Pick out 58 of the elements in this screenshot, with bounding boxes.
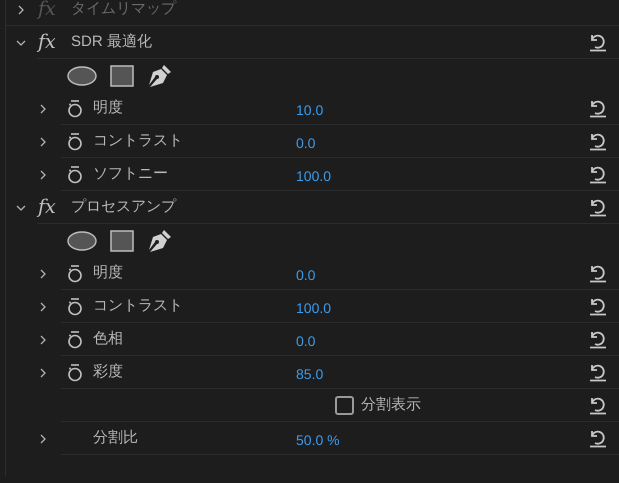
stopwatch-icon[interactable]: [67, 330, 83, 348]
pen-icon[interactable]: [147, 228, 173, 254]
param-label: 明度: [93, 98, 124, 118]
reset-icon[interactable]: [588, 429, 608, 448]
chevron-down-icon[interactable]: [16, 38, 26, 46]
chevron-right-icon[interactable]: [39, 104, 47, 114]
pen-icon[interactable]: [147, 62, 173, 88]
param-value[interactable]: 10.0: [296, 100, 324, 120]
param-value[interactable]: 0.0: [296, 330, 316, 352]
chevron-right-icon[interactable]: [39, 170, 47, 180]
chevron-right-icon[interactable]: [17, 4, 25, 14]
reset-icon[interactable]: [588, 198, 608, 217]
param-value[interactable]: 85.0: [296, 364, 324, 384]
reset-icon[interactable]: [588, 363, 608, 382]
fx-toggle[interactable]: fx: [38, 33, 64, 52]
reset-icon[interactable]: [588, 330, 608, 349]
param-label: コントラスト: [93, 296, 184, 316]
reset-icon[interactable]: [588, 132, 608, 151]
chevron-right-icon[interactable]: [39, 434, 47, 444]
param-label: コントラスト: [93, 131, 184, 152]
param-label: 彩度: [93, 362, 124, 382]
param-label: 分割比: [93, 428, 139, 448]
reset-icon[interactable]: [588, 165, 608, 184]
effect-name: プロセスアンプ: [71, 197, 176, 218]
param-label: 色相: [93, 329, 124, 350]
stopwatch-icon[interactable]: [67, 100, 83, 118]
rectangle-mask-icon[interactable]: [110, 64, 134, 86]
param-value[interactable]: 100.0: [296, 298, 332, 318]
param-value[interactable]: 50.0 %: [296, 430, 340, 450]
chevron-right-icon[interactable]: [39, 368, 47, 378]
stopwatch-icon[interactable]: [67, 166, 83, 184]
param-value[interactable]: 0.0: [296, 264, 316, 286]
fx-toggle[interactable]: fx: [38, 198, 64, 217]
stopwatch-icon[interactable]: [67, 298, 83, 316]
split-view-checkbox[interactable]: [335, 396, 354, 415]
stopwatch-icon[interactable]: [67, 264, 83, 282]
param-value[interactable]: 0.0: [296, 132, 316, 154]
reset-icon[interactable]: [588, 99, 608, 118]
ellipse-mask-icon[interactable]: [67, 66, 97, 86]
chevron-right-icon[interactable]: [39, 302, 47, 312]
param-label: 明度: [93, 263, 124, 284]
stopwatch-icon[interactable]: [67, 364, 83, 382]
reset-icon[interactable]: [588, 264, 608, 283]
chevron-down-icon[interactable]: [16, 204, 26, 212]
reset-icon[interactable]: [588, 396, 608, 415]
chevron-right-icon[interactable]: [39, 334, 47, 344]
ellipse-mask-icon[interactable]: [67, 230, 97, 250]
reset-icon[interactable]: [588, 33, 608, 52]
effect-name: SDR 最適化: [71, 32, 152, 52]
param-label: ソフトニー: [93, 164, 169, 184]
reset-icon[interactable]: [588, 297, 608, 316]
checkbox-label: 分割表示: [361, 395, 421, 416]
stopwatch-icon[interactable]: [67, 132, 83, 150]
rectangle-mask-icon[interactable]: [110, 230, 134, 252]
param-value[interactable]: 100.0: [296, 166, 332, 186]
chevron-right-icon[interactable]: [39, 136, 47, 146]
chevron-right-icon[interactable]: [39, 268, 47, 278]
effect-name: タイムリマップ: [71, 0, 176, 20]
